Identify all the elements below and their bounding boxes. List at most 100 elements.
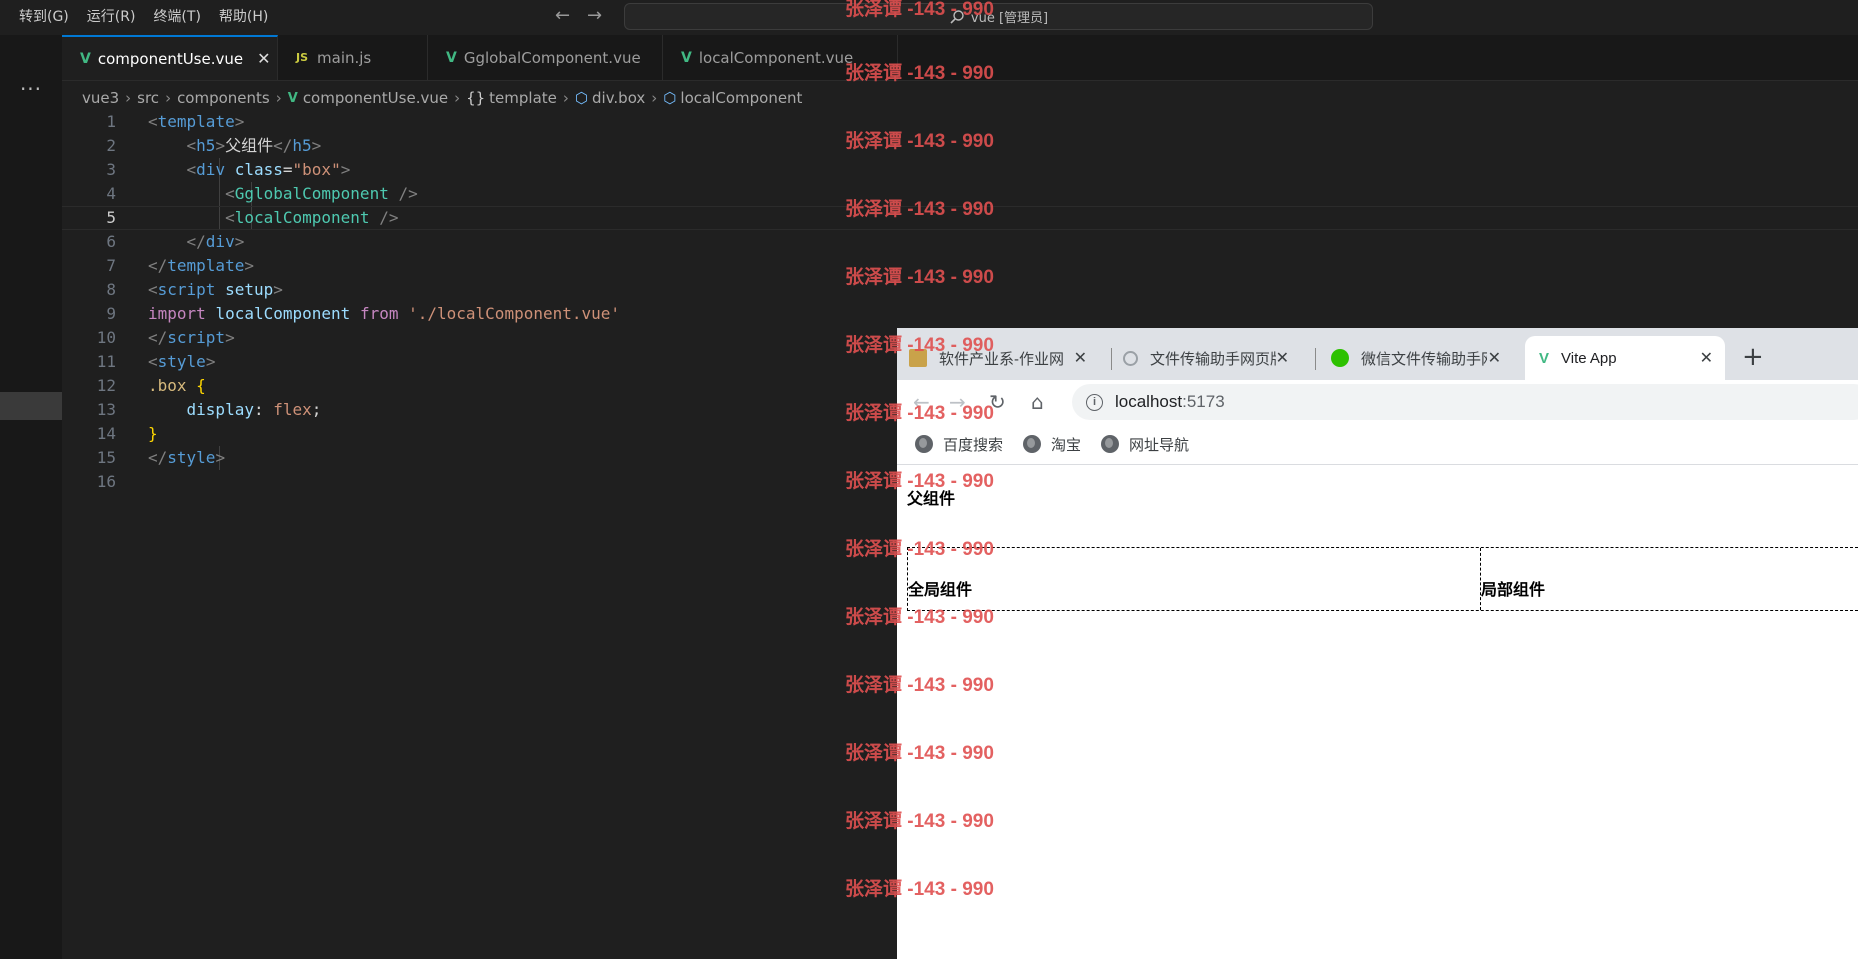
code-text: </template>	[148, 256, 254, 275]
globe-icon	[1101, 435, 1120, 453]
line-number: 3	[106, 160, 116, 179]
watermark: 张泽谭 -143 - 990	[845, 743, 994, 764]
bookmark-label: 网址导航	[1129, 436, 1190, 454]
menu-bar: 转到(G) 运行(R) 终端(T) 帮助(H)	[10, 0, 277, 35]
line-number: 13	[96, 400, 116, 419]
vue-file-icon: V	[446, 49, 457, 66]
code-text: </script>	[148, 328, 235, 347]
watermark: 张泽谭 -143 - 990	[845, 403, 994, 424]
activity-bar: ···	[0, 35, 62, 959]
breadcrumb: vue3 › src › components › VcomponentUse.vue…	[82, 89, 803, 107]
code-text: import localComponent from './localCompo…	[148, 304, 621, 323]
watermark: 张泽谭 -143 - 990	[845, 131, 994, 152]
watermark: 张泽谭 -143 - 990	[845, 335, 994, 356]
js-file-icon: JS	[296, 51, 309, 64]
browser-tab-strip: 软件产业系-作业网 ✕ 文件传输助手网页版 ✕ 微信文件传输助手网 ✕ V Vi…	[897, 328, 1858, 380]
bookmark-item[interactable]: 网址导航	[1101, 434, 1189, 455]
browser-window: 软件产业系-作业网 ✕ 文件传输助手网页版 ✕ 微信文件传输助手网 ✕ V Vi…	[897, 328, 1858, 959]
tab-gglobalcomponent[interactable]: V GglobalComponent.vue	[428, 35, 663, 80]
watermark: 张泽谭 -143 - 990	[845, 811, 994, 832]
command-center[interactable]: vue [管理员]	[624, 3, 1373, 30]
line-number: 8	[106, 280, 116, 299]
code-text: <localComponent />	[225, 208, 399, 227]
code-text: .box {	[148, 376, 206, 395]
tab-main-js[interactable]: JS main.js	[278, 35, 428, 80]
address-bar[interactable]: i localhost:5173	[1072, 384, 1858, 420]
local-component: 局部组件	[1481, 582, 1546, 599]
close-icon[interactable]: ✕	[257, 49, 270, 68]
bookmark-item[interactable]: 淘宝	[1023, 434, 1081, 455]
browser-tab-active[interactable]: V Vite App ✕	[1525, 336, 1725, 380]
line-number: 7	[106, 256, 116, 275]
cube-icon: ⬡	[663, 89, 677, 107]
new-tab-button[interactable]: +	[1742, 342, 1764, 372]
home-icon[interactable]: ⌂	[1031, 390, 1044, 414]
menu-help[interactable]: 帮助(H)	[210, 0, 277, 35]
vue-file-icon: V	[287, 90, 298, 106]
url-host: localhost	[1115, 392, 1183, 411]
breadcrumb-item[interactable]: template	[489, 89, 557, 107]
cube-icon: ⬡	[574, 89, 588, 107]
search-icon	[1123, 350, 1138, 366]
code-text: <template>	[148, 112, 245, 131]
line-number: 2	[106, 136, 116, 155]
bookmark-label: 淘宝	[1051, 436, 1082, 454]
tab-componentuse[interactable]: V componentUse.vue ✕	[62, 35, 278, 80]
watermark: 张泽谭 -143 - 990	[845, 0, 994, 20]
bookmark-item[interactable]: 百度搜索	[915, 434, 1003, 455]
forward-arrow-icon[interactable]: →	[587, 5, 602, 26]
line-number: 5	[106, 208, 116, 227]
braces-icon: {}	[466, 89, 486, 107]
web-page: 父组件 全局组件 局部组件	[897, 465, 1858, 959]
line-number: 11	[96, 352, 116, 371]
line-number: 15	[96, 448, 116, 467]
line-number: 12	[96, 376, 116, 395]
code-text: <script setup>	[148, 280, 283, 299]
watermark: 张泽谭 -143 - 990	[845, 607, 994, 628]
bookmark-label: 百度搜索	[943, 436, 1004, 454]
line-number: 14	[96, 424, 116, 443]
tab-label: main.js	[317, 48, 372, 67]
code-text: }	[148, 424, 158, 443]
globe-icon	[915, 435, 933, 453]
back-arrow-icon[interactable]: ←	[555, 5, 570, 26]
code-line: 3 <div class="box">	[62, 158, 1858, 182]
component-box: 全局组件 局部组件	[907, 547, 1858, 611]
breadcrumb-item[interactable]: components	[177, 89, 270, 107]
browser-tab[interactable]: 文件传输助手网页版 ✕	[1123, 336, 1301, 380]
close-tab-icon[interactable]: ✕	[1700, 348, 1713, 368]
browser-tab-title: 文件传输助手网页版	[1150, 350, 1276, 368]
close-tab-icon[interactable]: ✕	[1488, 348, 1501, 368]
vue-logo-icon: V	[1539, 349, 1550, 367]
tab-label: GglobalComponent.vue	[463, 48, 641, 67]
browser-tab-title: 微信文件传输助手网	[1361, 350, 1487, 368]
code-text: <h5>父组件</h5>	[186, 136, 322, 155]
browser-tab[interactable]: 微信文件传输助手网 ✕	[1331, 336, 1513, 380]
menu-terminal[interactable]: 终端(T)	[144, 0, 209, 35]
code-line: 9 import localComponent from './localComp…	[62, 302, 1858, 326]
more-icon[interactable]: ···	[0, 77, 62, 101]
line-number: 16	[96, 472, 116, 491]
breadcrumb-item[interactable]: localComponent	[680, 89, 802, 107]
line-number: 4	[106, 184, 116, 203]
line-number: 6	[106, 232, 116, 251]
watermark: 张泽谭 -143 - 990	[845, 63, 994, 84]
close-tab-icon[interactable]: ✕	[1074, 348, 1087, 368]
tab-label: localComponent.vue	[698, 48, 854, 67]
vue-file-icon: V	[80, 50, 91, 67]
menu-goto[interactable]: 转到(G)	[10, 0, 78, 35]
url-port: :5173	[1182, 392, 1225, 411]
breadcrumb-item[interactable]: src	[137, 89, 159, 107]
watermark: 张泽谭 -143 - 990	[845, 539, 994, 560]
breadcrumb-item[interactable]: componentUse.vue	[303, 89, 448, 107]
breadcrumb-item[interactable]: vue3	[82, 89, 119, 107]
menu-run[interactable]: 运行(R)	[78, 0, 145, 35]
code-text: </div>	[186, 232, 245, 251]
close-tab-icon[interactable]: ✕	[1276, 348, 1289, 368]
watermark: 张泽谭 -143 - 990	[845, 199, 994, 220]
browser-toolbar: ← → ↻ ⌂ i localhost:5173	[897, 380, 1858, 424]
breadcrumb-item[interactable]: div.box	[592, 89, 645, 107]
watermark: 张泽谭 -143 - 990	[845, 267, 994, 288]
code-text: display: flex;	[186, 400, 322, 419]
watermark: 张泽谭 -143 - 990	[845, 471, 994, 492]
